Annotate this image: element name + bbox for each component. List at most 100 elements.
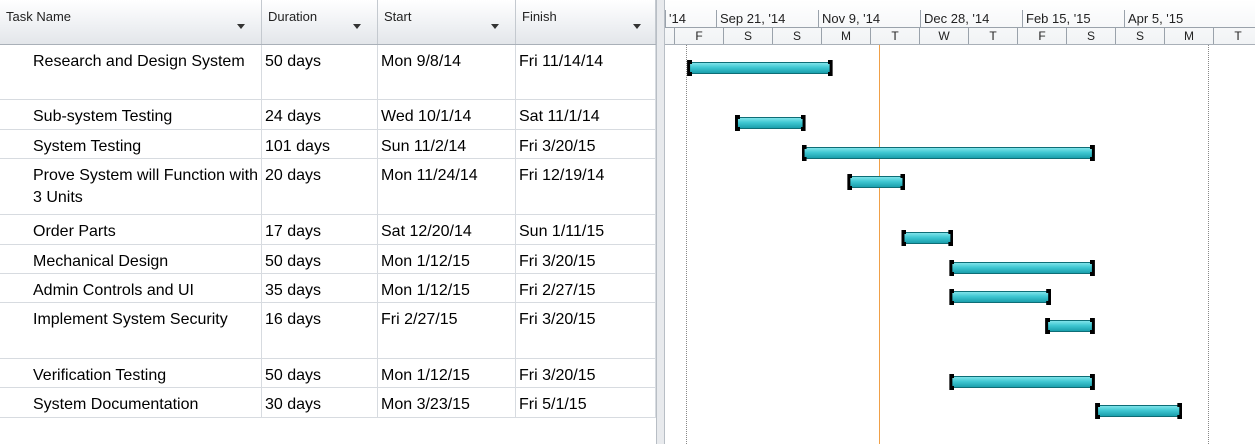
current-date-line — [878, 45, 880, 444]
bar-start-cap — [949, 374, 955, 390]
task-row[interactable]: Verification Testing 50 days Mon 1/12/15 Fr… — [0, 359, 656, 388]
start-cell[interactable]: Mon 1/12/15 — [378, 274, 516, 302]
bar-start-cap — [847, 174, 853, 190]
bar-start-cap — [801, 145, 807, 161]
bar-end-cap — [948, 230, 954, 246]
filter-dropdown-icon[interactable] — [353, 24, 361, 29]
bar-end-cap — [827, 60, 833, 76]
duration-cell[interactable]: 50 days — [262, 45, 378, 99]
task-name-cell[interactable]: Verification Testing — [0, 359, 262, 387]
task-row[interactable]: System Testing 101 days Sun 11/2/14 Fri 3/2… — [0, 130, 656, 159]
task-name-cell[interactable]: Order Parts — [0, 215, 262, 244]
task-name-cell[interactable]: Sub-system Testing — [0, 100, 262, 129]
bar-start-cap — [949, 260, 955, 276]
duration-cell[interactable]: 30 days — [262, 388, 378, 417]
timescale-major-label: Sep 21, '14 — [716, 10, 818, 27]
task-name-cell[interactable]: System Documentation — [0, 388, 262, 417]
duration-cell[interactable]: 20 days — [262, 159, 378, 214]
timescale-minor-label: F — [674, 28, 723, 44]
start-cell[interactable]: Mon 11/24/14 — [378, 159, 516, 214]
timescale-minor-label: T — [968, 28, 1017, 44]
task-row[interactable]: Order Parts 17 days Sat 12/20/14 Sun 1/11/1… — [0, 215, 656, 245]
column-header-duration[interactable]: Duration — [262, 0, 378, 44]
page-break-line — [1208, 45, 1209, 444]
duration-cell[interactable]: 50 days — [262, 359, 378, 387]
task-name-cell[interactable]: System Testing — [0, 130, 262, 158]
gantt-task-bar[interactable] — [1045, 318, 1095, 334]
start-cell[interactable]: Mon 1/12/15 — [378, 245, 516, 273]
timescale-minor-label: S — [1115, 28, 1164, 44]
gantt-task-bar[interactable] — [949, 260, 1095, 276]
task-row[interactable]: Mechanical Design 50 days Mon 1/12/15 Fri 3… — [0, 245, 656, 274]
task-name-cell[interactable]: Mechanical Design — [0, 245, 262, 273]
gantt-chart: '14 Sep 21, '14 Nov 9, '14 Dec 28, '14 Feb 1… — [665, 0, 1255, 444]
finish-cell[interactable]: Fri 3/20/15 — [516, 245, 656, 273]
bar-end-cap — [1089, 374, 1095, 390]
project-gantt-view: Task Name Duration Start Finish Research… — [0, 0, 1255, 444]
finish-cell[interactable]: Sun 1/11/15 — [516, 215, 656, 244]
column-header-finish[interactable]: Finish — [516, 0, 656, 44]
timescale-minor-label: S — [772, 28, 821, 44]
bar-end-cap — [900, 174, 906, 190]
bar-end-cap — [1089, 260, 1095, 276]
view-splitter[interactable] — [656, 0, 665, 444]
task-name-cell[interactable]: Research and Design System — [0, 45, 262, 99]
timescale-major-label: Feb 15, '15 — [1022, 10, 1124, 27]
start-cell[interactable]: Sat 12/20/14 — [378, 215, 516, 244]
filter-dropdown-icon[interactable] — [633, 24, 641, 29]
timescale-major-label: Nov 9, '14 — [818, 10, 920, 27]
timescale-minor-label: S — [723, 28, 772, 44]
start-cell[interactable]: Fri 2/27/15 — [378, 303, 516, 358]
finish-cell[interactable]: Fri 3/20/15 — [516, 303, 656, 358]
task-name-cell[interactable]: Implement System Security — [0, 303, 262, 358]
column-header-label: Duration — [268, 9, 318, 24]
task-row[interactable]: Research and Design System 50 days Mon 9/8… — [0, 45, 656, 100]
column-header-task-name[interactable]: Task Name — [0, 0, 262, 44]
finish-cell[interactable]: Fri 5/1/15 — [516, 388, 656, 417]
column-header-row: Task Name Duration Start Finish — [0, 0, 656, 45]
duration-cell[interactable]: 101 days — [262, 130, 378, 158]
gantt-task-bar[interactable] — [847, 174, 906, 190]
finish-cell[interactable]: Fri 3/20/15 — [516, 359, 656, 387]
finish-cell[interactable]: Fri 2/27/15 — [516, 274, 656, 302]
duration-cell[interactable]: 35 days — [262, 274, 378, 302]
gantt-task-bar[interactable] — [734, 115, 806, 131]
bar-end-cap — [1177, 403, 1183, 419]
gantt-task-bar[interactable] — [901, 230, 954, 246]
bar-start-cap — [901, 230, 907, 246]
duration-cell[interactable]: 16 days — [262, 303, 378, 358]
finish-cell[interactable]: Fri 11/14/14 — [516, 45, 656, 99]
gantt-task-bar[interactable] — [949, 289, 1052, 305]
gantt-bar-area — [665, 45, 1255, 444]
finish-cell[interactable]: Fri 12/19/14 — [516, 159, 656, 214]
task-name-cell[interactable]: Admin Controls and UI — [0, 274, 262, 302]
filter-dropdown-icon[interactable] — [237, 24, 245, 29]
column-header-start[interactable]: Start — [378, 0, 516, 44]
gantt-task-bar[interactable] — [801, 145, 1095, 161]
bar-end-cap — [1046, 289, 1052, 305]
duration-cell[interactable]: 17 days — [262, 215, 378, 244]
finish-cell[interactable]: Fri 3/20/15 — [516, 130, 656, 158]
bar-start-cap — [1045, 318, 1051, 334]
start-cell[interactable]: Mon 3/23/15 — [378, 388, 516, 417]
project-start-line — [686, 45, 687, 444]
task-row[interactable]: Prove System will Function with 3 Units 2… — [0, 159, 656, 215]
start-cell[interactable]: Sun 11/2/14 — [378, 130, 516, 158]
duration-cell[interactable]: 50 days — [262, 245, 378, 273]
filter-dropdown-icon[interactable] — [491, 24, 499, 29]
duration-cell[interactable]: 24 days — [262, 100, 378, 129]
task-row[interactable]: Sub-system Testing 24 days Wed 10/1/14 Sat … — [0, 100, 656, 130]
gantt-task-bar[interactable] — [949, 374, 1095, 390]
start-cell[interactable]: Wed 10/1/14 — [378, 100, 516, 129]
start-cell[interactable]: Mon 1/12/15 — [378, 359, 516, 387]
gantt-task-bar[interactable] — [1095, 403, 1183, 419]
gantt-task-bar[interactable] — [687, 60, 833, 76]
task-name-cell[interactable]: Prove System will Function with 3 Units — [0, 159, 262, 214]
bar-start-cap — [687, 60, 693, 76]
finish-cell[interactable]: Sat 11/1/14 — [516, 100, 656, 129]
task-row[interactable]: Implement System Security 16 days Fri 2/27… — [0, 303, 656, 359]
task-row[interactable]: System Documentation 30 days Mon 3/23/15 Fr… — [0, 388, 656, 418]
bar-start-cap — [1095, 403, 1101, 419]
start-cell[interactable]: Mon 9/8/14 — [378, 45, 516, 99]
task-row[interactable]: Admin Controls and UI 35 days Mon 1/12/15 F… — [0, 274, 656, 303]
